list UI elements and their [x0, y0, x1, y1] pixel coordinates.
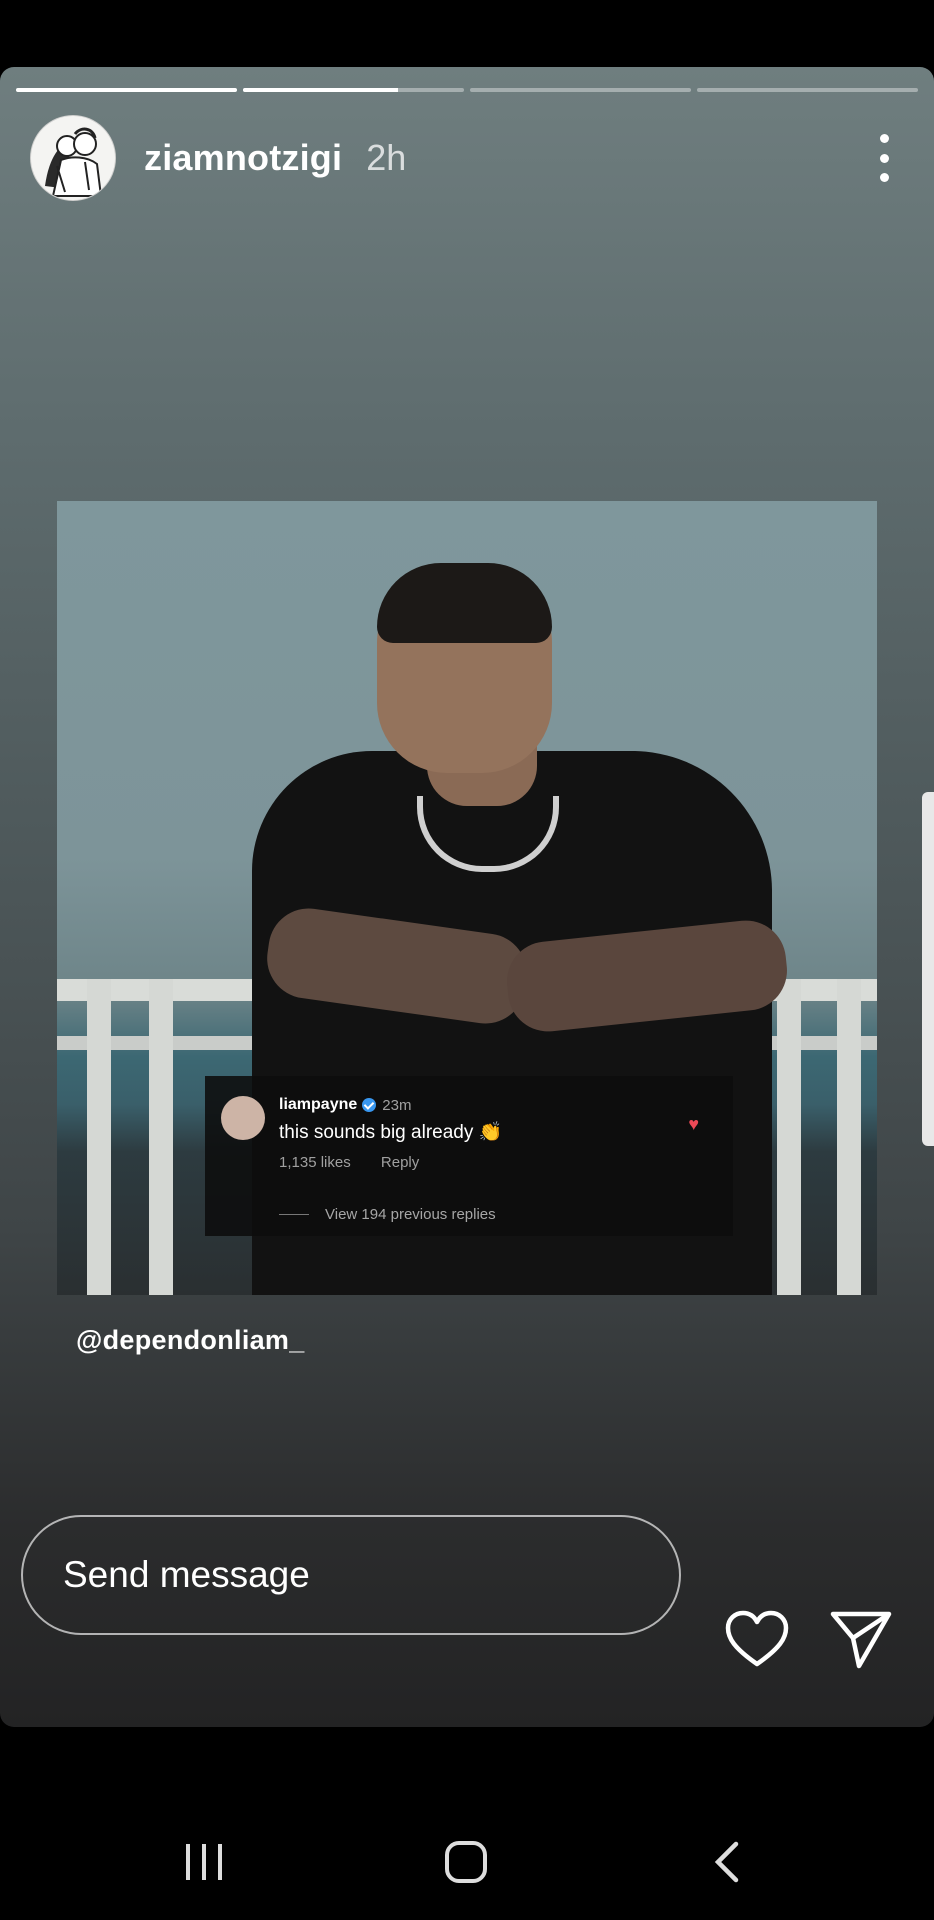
send-message-input[interactable]: Send message — [21, 1515, 681, 1635]
comment-reply: Reply — [380, 1154, 420, 1171]
back-icon[interactable] — [712, 1830, 742, 1894]
comment-text: this sounds big already 👏 — [279, 1122, 503, 1143]
view-replies-text: View 194 previous replies — [325, 1206, 496, 1223]
story-header: ziamnotzigi 2h — [30, 115, 904, 201]
progress-segment — [243, 88, 464, 92]
more-vertical-icon[interactable] — [864, 134, 904, 182]
story-viewer[interactable]: ziamnotzigi 2h liampayne 23m this sounds… — [0, 67, 934, 1727]
heart-icon[interactable] — [724, 1610, 790, 1670]
progress-segment — [470, 88, 691, 92]
story-progress-bar — [16, 88, 918, 92]
shared-post-image[interactable]: liampayne 23m this sounds big already 👏 … — [57, 501, 877, 1295]
comment-time: 23m — [382, 1096, 412, 1114]
recents-icon[interactable] — [182, 1830, 226, 1894]
send-icon[interactable] — [830, 1610, 892, 1670]
progress-segment — [16, 88, 237, 92]
mention-sticker[interactable]: @dependonliam_ — [76, 1325, 305, 1356]
comment-heart-icon: ♥ — [688, 1114, 699, 1134]
scrollbar[interactable] — [922, 792, 934, 1146]
comment-avatar — [221, 1096, 265, 1140]
progress-segment — [697, 88, 918, 92]
comment-likes: 1,135 likes — [279, 1154, 351, 1171]
comment-username: liampayne — [279, 1096, 358, 1113]
comment-screenshot: liampayne 23m this sounds big already 👏 … — [205, 1076, 733, 1236]
avatar[interactable] — [30, 115, 116, 201]
verified-badge-icon — [362, 1098, 377, 1112]
story-username[interactable]: ziamnotzigi — [144, 137, 342, 179]
send-message-placeholder: Send message — [63, 1554, 310, 1595]
home-icon[interactable] — [443, 1830, 489, 1894]
story-time: 2h — [366, 137, 407, 178]
